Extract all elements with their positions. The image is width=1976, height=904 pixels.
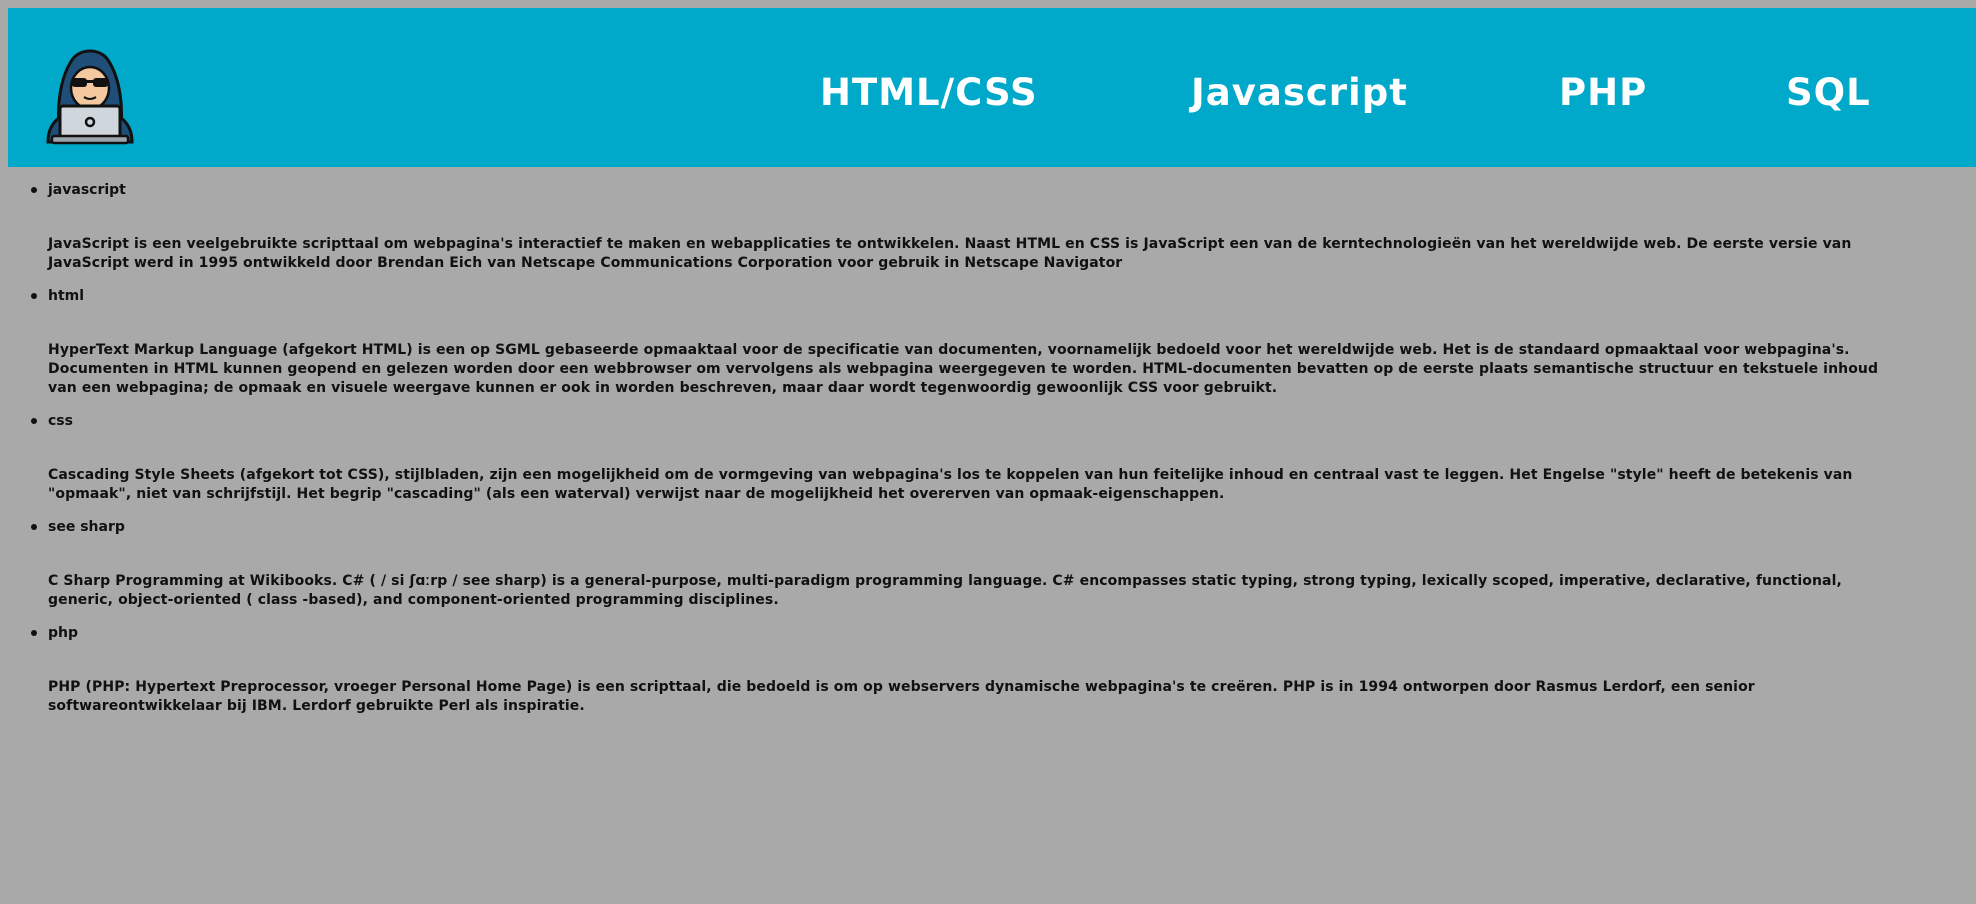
nav-html-css[interactable]: HTML/CSS [820, 70, 1038, 116]
topic-list: javascript JavaScript is een veelgebruik… [0, 167, 1976, 716]
topic-description: Cascading Style Sheets (afgekort tot CSS… [48, 467, 1853, 502]
hacker-logo-icon[interactable] [42, 38, 138, 146]
nav-php[interactable]: PHP [1559, 70, 1647, 116]
list-item: see sharp C Sharp Programming at Wikiboo… [31, 504, 1908, 610]
topic-title: html [48, 288, 85, 304]
bullet-icon [31, 293, 37, 299]
topic-description: PHP (PHP: Hypertext Preprocessor, vroege… [48, 679, 1755, 714]
bullet-icon [31, 418, 37, 424]
nav-javascript[interactable]: Javascript [1191, 70, 1408, 116]
topic-title: see sharp [48, 519, 125, 535]
bullet-icon [31, 524, 37, 530]
list-item: html HyperText Markup Language (afgekort… [31, 273, 1908, 398]
nav-sql[interactable]: SQL [1786, 70, 1871, 116]
list-item: php PHP (PHP: Hypertext Preprocessor, vr… [31, 610, 1908, 716]
topic-title: css [48, 413, 73, 429]
topic-description: HyperText Markup Language (afgekort HTML… [48, 342, 1879, 396]
site-header: HTML/CSS Javascript PHP SQL [8, 8, 1976, 167]
topic-description: C Sharp Programming at Wikibooks. C# ( /… [48, 573, 1842, 608]
bullet-icon [31, 630, 37, 636]
list-item: javascript JavaScript is een veelgebruik… [31, 167, 1908, 273]
main-content: javascript JavaScript is een veelgebruik… [0, 167, 1976, 716]
topic-title: php [48, 625, 79, 641]
topic-title: javascript [48, 182, 126, 198]
topic-description: JavaScript is een veelgebruikte scriptta… [48, 236, 1852, 271]
list-item: css Cascading Style Sheets (afgekort tot… [31, 398, 1908, 504]
bullet-icon [31, 187, 37, 193]
